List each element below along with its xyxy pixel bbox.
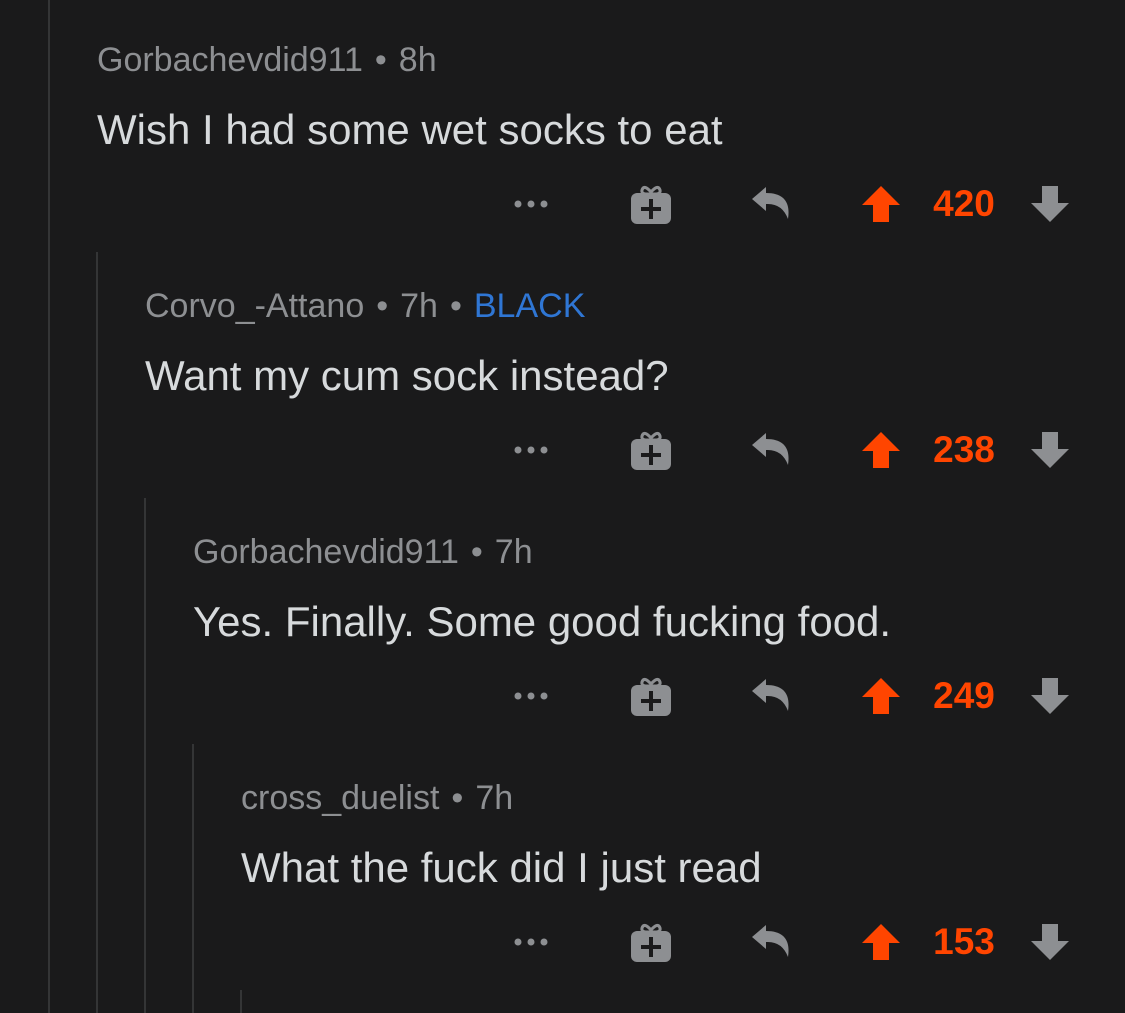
vote-score: 249 xyxy=(933,675,995,716)
thread-line-depth-5[interactable] xyxy=(240,990,242,1013)
gift-award-icon[interactable] xyxy=(628,425,674,475)
reply-arrow-icon[interactable] xyxy=(748,179,796,229)
thread-line-depth-1[interactable] xyxy=(48,0,50,1013)
comment-body: Wish I had some wet socks to eat xyxy=(97,106,723,153)
upvote-arrow-icon[interactable] xyxy=(860,425,902,475)
reply-arrow-icon[interactable] xyxy=(748,917,796,967)
more-options-icon[interactable] xyxy=(505,179,557,229)
comment-actions: 249 xyxy=(0,671,1125,721)
reply-arrow-icon[interactable] xyxy=(748,425,796,475)
comment-body: Want my cum sock instead? xyxy=(145,352,669,399)
comment-meta: Gorbachevdid911 • 8h xyxy=(97,40,437,80)
comment-body: Yes. Finally. Some good fucking food. xyxy=(193,598,892,645)
comment-actions: 153 xyxy=(0,917,1125,967)
thread-line-depth-4[interactable] xyxy=(192,744,194,1013)
comment-meta: Gorbachevdid911 • 7h xyxy=(193,532,533,572)
more-options-icon[interactable] xyxy=(505,671,557,721)
comment-author[interactable]: Gorbachevdid911 xyxy=(193,533,459,571)
downvote-arrow-icon[interactable] xyxy=(1028,179,1072,229)
downvote-arrow-icon[interactable] xyxy=(1028,671,1072,721)
comment-time: 7h xyxy=(494,533,533,571)
more-options-icon[interactable] xyxy=(505,425,557,475)
vote-score: 238 xyxy=(933,429,995,470)
thread-line-depth-2[interactable] xyxy=(96,252,98,1013)
comment-actions: 238 xyxy=(0,425,1125,475)
meta-separator: • xyxy=(376,287,389,325)
comment-actions: 420 xyxy=(0,179,1125,229)
comment-meta: cross_duelist • 7h xyxy=(241,778,513,818)
comment-time: 7h xyxy=(475,779,514,817)
downvote-arrow-icon[interactable] xyxy=(1028,917,1072,967)
upvote-arrow-icon[interactable] xyxy=(860,671,902,721)
user-flair: BLACK xyxy=(473,287,586,325)
meta-separator: • xyxy=(374,41,387,79)
gift-award-icon[interactable] xyxy=(628,917,674,967)
comment-time: 8h xyxy=(398,41,437,79)
gift-award-icon[interactable] xyxy=(628,671,674,721)
comment-body: What the fuck did I just read xyxy=(241,844,762,891)
gift-award-icon[interactable] xyxy=(628,179,674,229)
vote-score: 420 xyxy=(933,183,995,224)
comment-time: 7h xyxy=(400,287,438,325)
meta-separator: • xyxy=(449,287,462,325)
meta-separator: • xyxy=(451,779,464,817)
more-options-icon[interactable] xyxy=(505,917,557,967)
meta-separator: • xyxy=(470,533,483,571)
comment-author[interactable]: Gorbachevdid911 xyxy=(97,41,363,79)
comment-author[interactable]: Corvo_-Attano xyxy=(145,287,364,325)
reply-arrow-icon[interactable] xyxy=(748,671,796,721)
upvote-arrow-icon[interactable] xyxy=(860,917,902,967)
upvote-arrow-icon[interactable] xyxy=(860,179,902,229)
comment-author[interactable]: cross_duelist xyxy=(241,779,439,817)
downvote-arrow-icon[interactable] xyxy=(1028,425,1072,475)
comment-meta: Corvo_-Attano • 7h • BLACK xyxy=(145,286,585,326)
vote-score: 153 xyxy=(933,921,995,962)
